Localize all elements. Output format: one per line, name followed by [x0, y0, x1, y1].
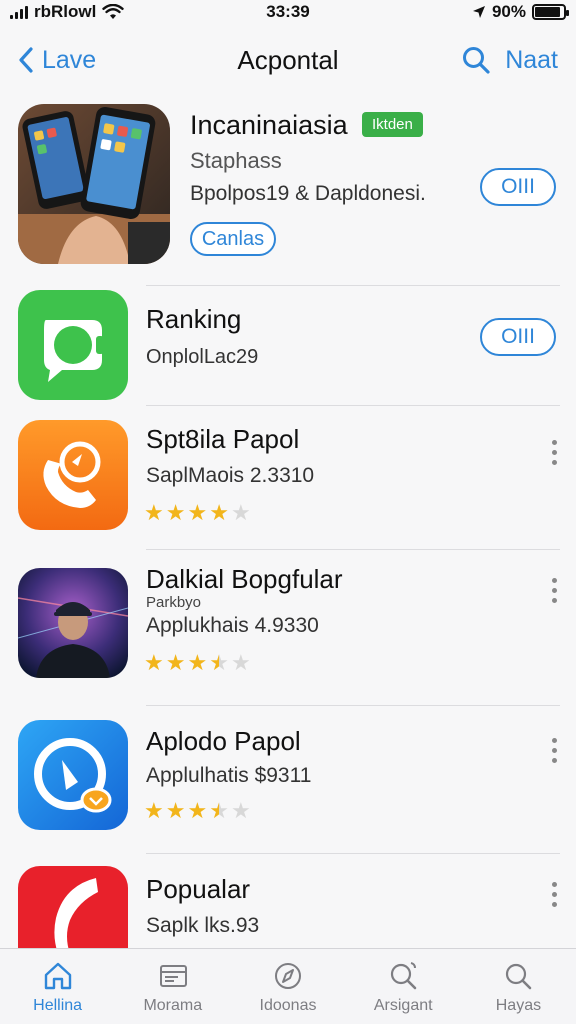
featured-app-subtitle: Staphass [190, 148, 282, 173]
more-options-button[interactable] [550, 882, 558, 907]
star-icon: ★ [209, 500, 229, 525]
status-bar: rbRlowl 33:39 90% [0, 0, 576, 24]
tab-label: Hayas [495, 996, 542, 1014]
star-icon: ★ [209, 798, 229, 823]
star-icon: ★ [144, 500, 164, 525]
tab-label: Morama [143, 996, 203, 1014]
app-developer: Parkbyo [146, 594, 202, 611]
app-subtitle: OnplolLac29 [146, 346, 259, 368]
compass-icon [275, 962, 301, 989]
featured-app-icon [18, 104, 170, 264]
app-list: Incaninaiasia Iktden Staphass Bpolpos19 … [0, 96, 576, 954]
more-options-button[interactable] [550, 578, 558, 603]
app-icon-red [18, 866, 128, 954]
app-icon-messenger [18, 720, 128, 830]
signal-icon [10, 5, 28, 19]
star-icon: ★ [187, 798, 208, 823]
app-row[interactable]: Popualar Saplk lks.93 [0, 854, 576, 954]
star-icon: ★ [165, 798, 186, 823]
app-row[interactable]: Dalkial Bopgfular Parkbyo Applukhais 4.9… [0, 550, 576, 706]
back-label: Lave [42, 45, 97, 74]
app-subtitle: SaplMaois 2.3310 [146, 464, 315, 487]
star-icon: ★ [187, 500, 208, 525]
more-options-button[interactable] [550, 440, 558, 465]
star-icon: ★ [209, 650, 229, 675]
rating-stars: ★ ★ ★ ★ ★ [144, 652, 251, 674]
app-title: Popualar [146, 874, 251, 904]
rating-stars: ★ ★ ★ ★ ★ [144, 800, 251, 822]
tab-bar: Hellina Morama Idoonas Arsigant Hayas [0, 948, 576, 1024]
nav-right: Naat [461, 45, 558, 75]
battery-icon [532, 4, 569, 20]
app-icon-ranking [18, 290, 128, 400]
star-icon: ★ [230, 650, 251, 675]
rating-stars: ★ ★ ★ ★ ★ [144, 502, 251, 524]
browser-icon [159, 964, 187, 987]
star-icon: ★ [165, 500, 186, 525]
tab-home[interactable]: Hellina [0, 949, 115, 1024]
wifi-icon [102, 4, 125, 19]
featured-app-row[interactable]: Incaninaiasia Iktden Staphass Bpolpos19 … [0, 96, 576, 286]
app-title: Aplodo Papol [146, 726, 301, 756]
featured-get-button[interactable]: OIII [480, 168, 556, 206]
app-subtitle: Applulhatis $9311 [146, 764, 312, 787]
search-icon [391, 961, 417, 989]
status-left: rbRlowl [10, 2, 210, 22]
app-subtitle: Saplk lks.93 [146, 914, 260, 937]
star-icon: ★ [230, 500, 251, 525]
app-row[interactable]: Spt8ila Papol SaplMaois 2.3310 ★ ★ ★ ★ ★ [0, 406, 576, 550]
star-icon: ★ [165, 650, 186, 675]
tab-label: Hellina [33, 996, 83, 1014]
featured-badge: Iktden [362, 112, 423, 137]
star-icon: ★ [144, 650, 164, 675]
nav-bar: Lave Acpontal Naat [0, 30, 576, 90]
app-title: Spt8ila Papol [146, 424, 300, 454]
chevron-left-icon [19, 47, 33, 73]
more-options-button[interactable] [550, 738, 558, 763]
featured-app-title: Incaninaiasia [190, 110, 348, 140]
tab-label: Idoonas [259, 996, 317, 1014]
app-icon-avatar [18, 568, 128, 678]
featured-app-meta: Bpolpos19 & Dapldonesi. [190, 182, 426, 205]
carrier-name: rbRlowl [34, 2, 97, 21]
app-row-ranking[interactable]: Ranking OnplolLac29 OIII [0, 286, 576, 406]
star-icon: ★ [187, 650, 208, 675]
home-icon [44, 962, 71, 989]
search-icon[interactable] [461, 45, 491, 75]
tab-search[interactable]: Hayas [461, 949, 576, 1024]
get-button[interactable]: OIII [480, 318, 556, 356]
tab-label: Arsigant [373, 996, 433, 1014]
tab-assistant[interactable]: Arsigant [346, 949, 461, 1024]
status-right: 90% [472, 2, 569, 22]
featured-category-tag[interactable]: Canlas [190, 222, 276, 256]
star-icon: ★ [230, 798, 251, 823]
app-row[interactable]: Aplodo Papol Applulhatis $9311 ★ ★ ★ ★ ★ [0, 706, 576, 854]
app-title: Ranking [146, 304, 242, 334]
app-icon-phone [18, 420, 128, 530]
location-icon [472, 6, 485, 18]
back-button[interactable]: Lave [18, 46, 96, 75]
app-title: Dalkial Bopgfular [146, 564, 343, 594]
tab-explore[interactable]: Idoonas [230, 949, 345, 1024]
battery-percent: 90% [491, 2, 526, 21]
next-button[interactable]: Naat [505, 46, 558, 75]
tab-browse[interactable]: Morama [115, 949, 230, 1024]
app-subtitle: Applukhais 4.9330 [146, 614, 319, 637]
battery-fill [535, 7, 561, 17]
star-icon: ★ [144, 798, 164, 823]
search-icon [506, 963, 532, 989]
